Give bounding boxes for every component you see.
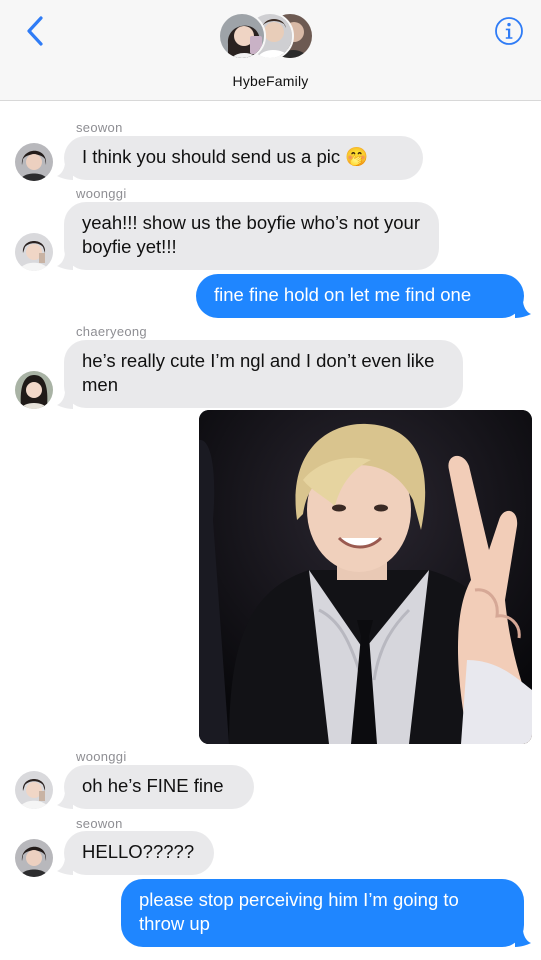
message-bubble[interactable]: HELLO????? — [64, 831, 214, 875]
chat-header: HybeFamily — [0, 0, 541, 101]
sender-name: woonggi — [76, 186, 127, 201]
avatar[interactable] — [15, 839, 53, 877]
chevron-left-icon[interactable] — [22, 14, 52, 48]
sender-name: chaeryeong — [76, 324, 147, 339]
message-bubble-outgoing[interactable]: please stop perceiving him I’m going to … — [121, 879, 524, 947]
message-bubble-outgoing[interactable]: fine fine hold on let me find one — [196, 274, 524, 318]
avatar[interactable] — [15, 771, 53, 809]
avatar[interactable] — [15, 371, 53, 409]
info-circle-icon[interactable] — [494, 16, 524, 46]
sender-name: seowon — [76, 816, 123, 831]
message-bubble[interactable]: he’s really cute I’m ngl and I don’t eve… — [64, 340, 463, 408]
sender-name: seowon — [76, 120, 123, 135]
group-avatar-stack[interactable] — [218, 12, 322, 64]
bubble-tail — [515, 300, 531, 318]
group-name[interactable]: HybeFamily — [0, 73, 541, 89]
avatar[interactable] — [15, 143, 53, 181]
photo-attachment[interactable] — [199, 410, 532, 744]
message-bubble[interactable]: oh he’s FINE fine — [64, 765, 254, 809]
message-bubble[interactable]: yeah!!! show us the boyfie who’s not you… — [64, 202, 439, 270]
bubble-tail — [515, 929, 531, 947]
message-bubble[interactable]: I think you should send us a pic 🤭 — [64, 136, 423, 180]
member-avatar — [218, 12, 266, 60]
sender-name: woonggi — [76, 749, 127, 764]
avatar[interactable] — [15, 233, 53, 271]
